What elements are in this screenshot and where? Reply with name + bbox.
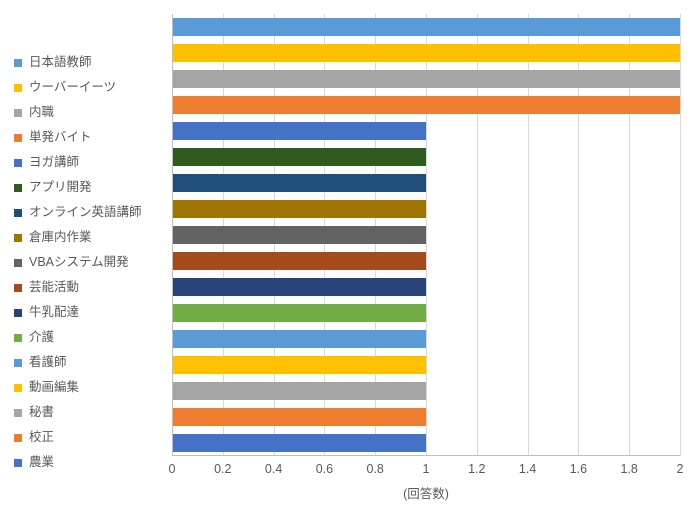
grid-line bbox=[680, 14, 681, 456]
y-axis-line bbox=[172, 14, 173, 456]
legend-label: アプリ開発 bbox=[29, 175, 92, 200]
legend-swatch bbox=[14, 84, 22, 92]
bar bbox=[172, 382, 426, 400]
legend-swatch bbox=[14, 234, 22, 242]
x-axis-label: (回答数) bbox=[172, 483, 680, 502]
bar bbox=[172, 70, 680, 88]
legend-swatch bbox=[14, 284, 22, 292]
bar bbox=[172, 304, 426, 322]
legend-label: 看護師 bbox=[29, 350, 67, 375]
legend-item: 日本語教師 bbox=[14, 50, 154, 75]
legend-label: 農業 bbox=[29, 450, 54, 475]
bar bbox=[172, 252, 426, 270]
x-tick-label: 1.2 bbox=[468, 462, 485, 476]
legend-swatch bbox=[14, 459, 22, 467]
x-ticks: 00.20.40.60.811.21.41.61.82 bbox=[172, 462, 680, 480]
legend-label: 内職 bbox=[29, 100, 54, 125]
bar bbox=[172, 330, 426, 348]
bar bbox=[172, 278, 426, 296]
x-tick-label: 0.4 bbox=[265, 462, 282, 476]
legend-item: 内職 bbox=[14, 100, 154, 125]
bar bbox=[172, 226, 426, 244]
bar bbox=[172, 18, 680, 36]
legend-item: 介護 bbox=[14, 325, 154, 350]
legend-item: アプリ開発 bbox=[14, 175, 154, 200]
legend-item: 単発バイト bbox=[14, 125, 154, 150]
legend-item: 校正 bbox=[14, 425, 154, 450]
bar bbox=[172, 408, 426, 426]
bar bbox=[172, 44, 680, 62]
legend-swatch bbox=[14, 359, 22, 367]
legend-swatch bbox=[14, 309, 22, 317]
legend-item: ヨガ講師 bbox=[14, 150, 154, 175]
bar-chart: 日本語教師ウーバーイーツ内職単発バイトヨガ講師アプリ開発オンライン英語講師倉庫内… bbox=[0, 0, 700, 508]
legend-label: ウーバーイーツ bbox=[29, 75, 116, 100]
legend-item: 牛乳配達 bbox=[14, 300, 154, 325]
legend-swatch bbox=[14, 159, 22, 167]
legend-item: 看護師 bbox=[14, 350, 154, 375]
legend-label: VBAシステム開発 bbox=[29, 250, 129, 275]
bar bbox=[172, 148, 426, 166]
x-tick-label: 1.6 bbox=[570, 462, 587, 476]
legend-label: 校正 bbox=[29, 425, 54, 450]
bar bbox=[172, 122, 426, 140]
legend-label: 動画編集 bbox=[29, 375, 79, 400]
legend-swatch bbox=[14, 334, 22, 342]
legend-item: 動画編集 bbox=[14, 375, 154, 400]
x-tick-label: 1.8 bbox=[620, 462, 637, 476]
bars bbox=[172, 14, 680, 456]
legend-label: 介護 bbox=[29, 325, 54, 350]
bar bbox=[172, 434, 426, 452]
legend-item: 倉庫内作業 bbox=[14, 225, 154, 250]
plot-area bbox=[172, 14, 680, 456]
legend-item: オンライン英語講師 bbox=[14, 200, 154, 225]
legend-item: VBAシステム開発 bbox=[14, 250, 154, 275]
bar bbox=[172, 200, 426, 218]
bar bbox=[172, 356, 426, 374]
legend-swatch bbox=[14, 109, 22, 117]
x-tick-label: 0 bbox=[169, 462, 176, 476]
legend-swatch bbox=[14, 134, 22, 142]
x-tick-label: 1 bbox=[423, 462, 430, 476]
x-tick-label: 0.8 bbox=[366, 462, 383, 476]
legend-label: 牛乳配達 bbox=[29, 300, 79, 325]
legend-label: 単発バイト bbox=[29, 125, 92, 150]
legend-swatch bbox=[14, 184, 22, 192]
legend-swatch bbox=[14, 384, 22, 392]
legend-label: 倉庫内作業 bbox=[29, 225, 92, 250]
legend-swatch bbox=[14, 209, 22, 217]
legend: 日本語教師ウーバーイーツ内職単発バイトヨガ講師アプリ開発オンライン英語講師倉庫内… bbox=[14, 50, 154, 475]
x-axis-line bbox=[172, 455, 680, 456]
legend-item: 農業 bbox=[14, 450, 154, 475]
legend-label: オンライン英語講師 bbox=[29, 200, 142, 225]
legend-label: 芸能活動 bbox=[29, 275, 79, 300]
x-tick-label: 0.2 bbox=[214, 462, 231, 476]
legend-swatch bbox=[14, 409, 22, 417]
legend-item: ウーバーイーツ bbox=[14, 75, 154, 100]
x-tick-label: 0.6 bbox=[316, 462, 333, 476]
legend-label: 日本語教師 bbox=[29, 50, 92, 75]
legend-swatch bbox=[14, 59, 22, 67]
legend-item: 芸能活動 bbox=[14, 275, 154, 300]
legend-label: 秘書 bbox=[29, 400, 54, 425]
legend-item: 秘書 bbox=[14, 400, 154, 425]
bar bbox=[172, 96, 680, 114]
x-tick-label: 1.4 bbox=[519, 462, 536, 476]
bar bbox=[172, 174, 426, 192]
legend-label: ヨガ講師 bbox=[29, 150, 79, 175]
x-tick-label: 2 bbox=[677, 462, 684, 476]
legend-swatch bbox=[14, 259, 22, 267]
legend-swatch bbox=[14, 434, 22, 442]
